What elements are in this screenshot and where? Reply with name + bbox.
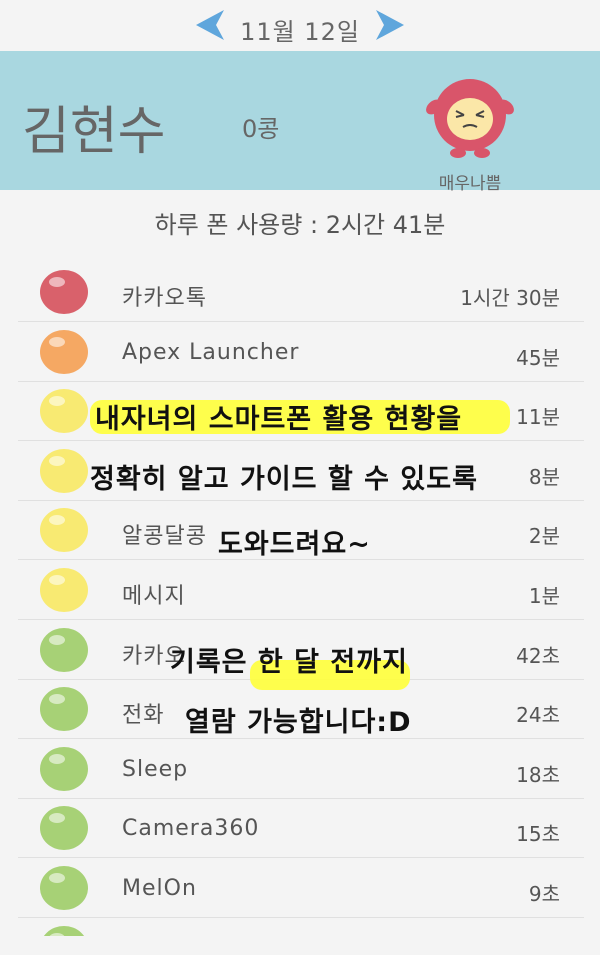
app-name: 메시지	[122, 584, 186, 609]
next-day-arrow-icon[interactable]	[370, 8, 410, 42]
current-date: 11월 12일	[240, 18, 360, 46]
list-item[interactable]: Camera360 15초	[18, 798, 584, 859]
usage-duration: 11분	[516, 405, 560, 430]
usage-duration: 1분	[528, 584, 560, 608]
promo-line-2: 정확히 알고 가이드 할 수 있도록	[90, 464, 478, 495]
list-item-partial	[18, 918, 584, 936]
usage-duration: 9초	[528, 882, 560, 906]
mood-indicator[interactable]: 매우나쁨	[420, 69, 520, 194]
usage-duration: 8분	[528, 464, 560, 489]
usage-duration: 1시간 30분	[460, 286, 560, 310]
usage-level-dot-icon	[40, 389, 88, 434]
app-name: 카카오톡	[122, 286, 207, 311]
usage-duration: 18초	[516, 762, 560, 787]
list-item[interactable]: MelOn 9초	[18, 858, 584, 918]
usage-level-dot-icon	[40, 687, 88, 732]
usage-duration: 42초	[516, 643, 560, 668]
promo-line-1: 내자녀의 스마트폰 활용 현황을	[95, 404, 463, 435]
child-name: 김현수	[22, 102, 166, 162]
app-name: Apex Launcher	[122, 339, 300, 365]
app-name: MelOn	[122, 876, 197, 901]
mood-label: 매우나쁨	[438, 174, 502, 194]
usage-level-dot-icon	[40, 806, 88, 851]
usage-duration: 15초	[516, 822, 560, 847]
usage-duration: 45분	[516, 345, 560, 370]
promo-line-5: 열람 가능합니다:D	[185, 707, 412, 738]
usage-level-dot-icon	[40, 746, 88, 791]
usage-level-dot-icon	[40, 925, 88, 936]
points-count: 0콩	[242, 115, 280, 143]
list-item[interactable]: Apex Launcher 45분	[18, 322, 584, 382]
app-name: 전화	[122, 703, 165, 729]
usage-level-dot-icon	[40, 329, 88, 374]
list-item[interactable]: 카카오톡 1시간 30분	[18, 262, 584, 322]
promo-line-3: 도와드려요~	[218, 529, 371, 560]
child-profile-header: 김현수 0콩 매우나쁨	[0, 51, 600, 194]
usage-level-dot-icon	[40, 270, 88, 314]
date-navigation-bar: 11월 12일	[0, 0, 600, 51]
app-name: 알콩달콩	[122, 524, 207, 550]
daily-usage-total: 하루 폰 사용량 : 2시간 41분	[154, 211, 446, 239]
angry-mascot-icon	[426, 79, 514, 158]
usage-level-dot-icon	[40, 448, 88, 493]
app-name: Camera360	[122, 816, 260, 842]
promo-line-4: 기록은 한 달 전까지	[170, 647, 408, 678]
list-item[interactable]: 메시지 1분	[18, 560, 584, 620]
usage-duration: 24초	[516, 703, 560, 728]
usage-level-dot-icon	[40, 627, 88, 672]
usage-level-dot-icon	[40, 508, 88, 553]
list-item[interactable]: Sleep 18초	[18, 739, 584, 799]
usage-level-dot-icon	[40, 866, 88, 910]
usage-duration: 2분	[528, 524, 560, 549]
app-name: Sleep	[122, 756, 189, 782]
usage-level-dot-icon	[40, 568, 88, 612]
